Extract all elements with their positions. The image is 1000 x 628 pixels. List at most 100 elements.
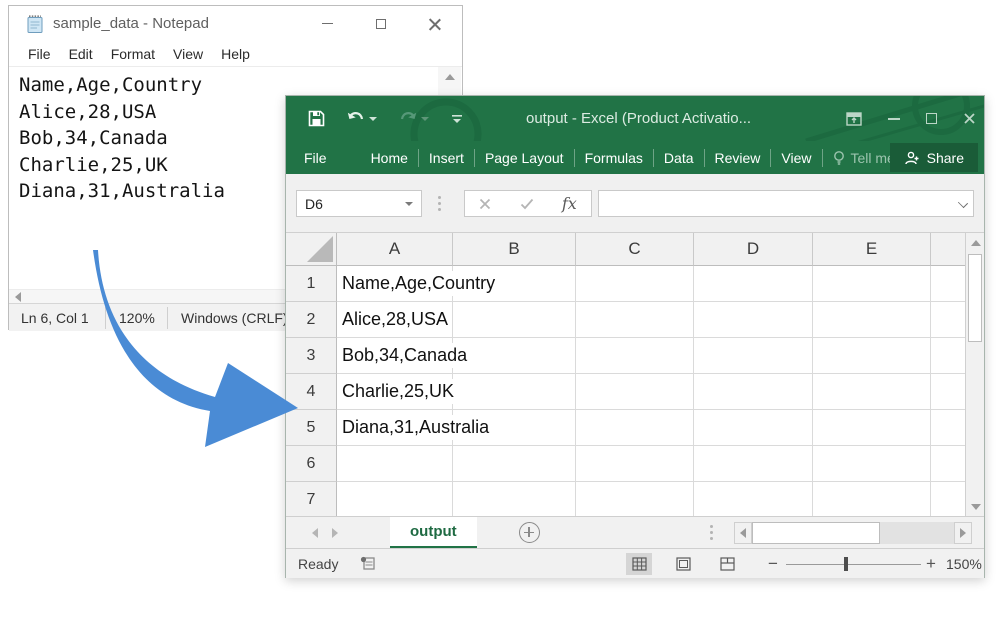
row-header-7[interactable]: 7 [286,482,337,516]
save-button[interactable] [308,110,325,127]
formula-bar-input[interactable] [598,190,974,217]
cell-d5[interactable] [694,410,813,446]
tab-page-layout[interactable]: Page Layout [475,150,574,166]
cell-e1[interactable] [813,266,931,302]
scroll-right-button[interactable] [954,522,972,544]
cell-d6[interactable] [694,446,813,482]
cell-d7[interactable] [694,482,813,516]
column-header-b[interactable]: B [453,233,576,266]
grid-horizontal-scrollbar[interactable] [734,522,972,544]
cell-d2[interactable] [694,302,813,338]
cell-b3[interactable] [453,338,576,374]
cell-a5[interactable]: Diana,31,Australia [337,410,453,446]
redo-button[interactable] [399,111,429,127]
cell-d3[interactable] [694,338,813,374]
maximize-icon[interactable] [926,113,937,124]
menu-view[interactable]: View [164,43,212,65]
column-header-a[interactable]: A [337,233,453,266]
cell-b4[interactable] [453,374,576,410]
tab-formulas[interactable]: Formulas [575,150,653,166]
cell-f6[interactable] [931,446,965,482]
grid-vertical-scrollbar[interactable] [965,233,984,516]
tab-data[interactable]: Data [654,150,704,166]
menu-edit[interactable]: Edit [60,43,102,65]
cell-e5[interactable] [813,410,931,446]
cell-e7[interactable] [813,482,931,516]
cell-f3[interactable] [931,338,965,374]
cell-c5[interactable] [576,410,694,446]
ribbon-display-icon[interactable] [846,112,862,126]
scroll-up-button[interactable] [966,233,985,252]
previous-sheet-button[interactable] [312,528,318,538]
zoom-in-button[interactable]: + [926,554,936,574]
cell-d4[interactable] [694,374,813,410]
cell-a6[interactable] [337,446,453,482]
next-sheet-button[interactable] [332,528,338,538]
notepad-titlebar[interactable]: sample_data - Notepad [9,6,462,41]
excel-titlebar[interactable]: output - Excel (Product Activatio... [286,96,984,141]
tab-review[interactable]: Review [705,150,771,166]
cell-c3[interactable] [576,338,694,374]
scroll-left-button[interactable] [734,522,752,544]
cell-e2[interactable] [813,302,931,338]
cell-b7[interactable] [453,482,576,516]
cell-b2[interactable] [453,302,576,338]
cell-f2[interactable] [931,302,965,338]
cell-c2[interactable] [576,302,694,338]
new-sheet-button[interactable] [519,522,540,543]
share-button[interactable]: Share [890,143,978,172]
cell-a7[interactable] [337,482,453,516]
page-layout-view-button[interactable] [670,553,696,575]
cell-e4[interactable] [813,374,931,410]
cell-a4[interactable]: Charlie,25,UK [337,374,453,410]
zoom-out-button[interactable]: − [768,554,778,574]
cell-e6[interactable] [813,446,931,482]
cell-a1[interactable]: Name,Age,Country [337,266,453,302]
cell-e3[interactable] [813,338,931,374]
close-icon[interactable] [963,112,976,125]
minimize-icon[interactable] [888,118,900,120]
scroll-up-button[interactable] [438,67,461,87]
page-break-view-button[interactable] [714,553,740,575]
cell-c6[interactable] [576,446,694,482]
scrollbar-thumb[interactable] [752,522,880,544]
tab-file[interactable]: File [290,150,341,166]
menu-help[interactable]: Help [212,43,259,65]
sheet-tab-output[interactable]: output [390,517,477,549]
cell-f1[interactable] [931,266,965,302]
notepad-minimize-button[interactable] [300,6,354,41]
scrollbar-thumb[interactable] [968,254,982,342]
cell-a3[interactable]: Bob,34,Canada [337,338,453,374]
cell-c4[interactable] [576,374,694,410]
column-header-d[interactable]: D [694,233,813,266]
undo-button[interactable] [347,111,377,127]
normal-view-button[interactable] [626,553,652,575]
cell-d1[interactable] [694,266,813,302]
column-header-c[interactable]: C [576,233,694,266]
name-box[interactable]: D6 [296,190,422,217]
cell-c1[interactable] [576,266,694,302]
cell-f5[interactable] [931,410,965,446]
column-header-e[interactable]: E [813,233,931,266]
record-macro-icon[interactable] [360,556,376,571]
customize-qat-button[interactable] [451,112,463,126]
cell-c7[interactable] [576,482,694,516]
cancel-icon[interactable] [479,198,491,210]
cell-f4[interactable] [931,374,965,410]
formula-bar-expand-caret[interactable] [958,198,968,208]
cell-f7[interactable] [931,482,965,516]
column-header-partial[interactable] [931,233,965,266]
menu-file[interactable]: File [19,43,60,65]
cell-a2[interactable]: Alice,28,USA [337,302,453,338]
tab-view[interactable]: View [771,150,821,166]
function-icon[interactable]: fx [562,194,577,213]
notepad-close-button[interactable] [408,6,462,41]
cell-b6[interactable] [453,446,576,482]
tab-insert[interactable]: Insert [419,150,474,166]
enter-icon[interactable] [520,198,534,210]
notepad-maximize-button[interactable] [354,6,408,41]
menu-format[interactable]: Format [102,43,164,65]
scroll-down-button[interactable] [966,497,985,516]
zoom-slider-thumb[interactable] [844,557,848,571]
zoom-slider-track[interactable] [786,564,921,565]
